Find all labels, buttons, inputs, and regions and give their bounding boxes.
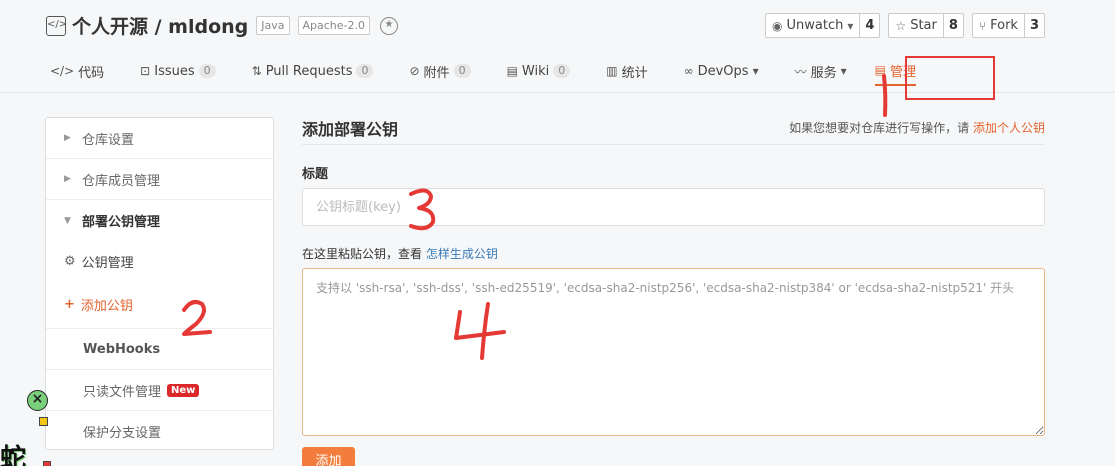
watch-count[interactable]: 4 (859, 14, 879, 37)
devops-icon: ∞ (683, 64, 694, 78)
watch-button[interactable]: ◉ Unwatch ▾ 4 (765, 13, 881, 38)
star-button[interactable]: ☆ Star 8 (888, 13, 964, 38)
caret-down-icon: ▾ (752, 64, 759, 78)
stats-icon: ▥ (606, 64, 618, 78)
paste-key-label: 在这里粘贴公钥，查看 怎样生成公钥 (302, 245, 1045, 262)
annotation-2 (182, 300, 212, 336)
how-to-generate-key-link[interactable]: 怎样生成公钥 (426, 247, 498, 261)
tab-code[interactable]: </> 代码 (50, 56, 104, 86)
tab-label: Issues (154, 63, 195, 79)
tab-label: Pull Requests (265, 63, 353, 79)
caret-right-icon: ▶ (64, 174, 71, 184)
tab-label: 服务 (810, 65, 837, 81)
tab-count: 0 (553, 64, 571, 78)
annotation-4 (454, 302, 506, 360)
fork-label: Fork (990, 18, 1018, 33)
repo-title-bar: </> 个人开源 / mldong Java Apache-2.0 ★ (46, 12, 399, 39)
sidebar-item-repo-settings[interactable]: ▶ 仓库设置 (46, 118, 273, 159)
sidebar-item-members[interactable]: ▶ 仓库成员管理 (46, 159, 273, 200)
sidebar-item-label: WebHooks (83, 341, 161, 357)
attachment-icon: ⊘ (409, 64, 420, 78)
issues-icon: ⊡ (140, 64, 151, 78)
service-icon: 〰 (794, 64, 807, 79)
eye-icon: ◉ (772, 18, 783, 33)
watch-label: Unwatch (786, 18, 844, 33)
tab-stats[interactable]: ▥ 统计 (606, 56, 647, 86)
sidebar-item-label: 添加公钥 (80, 299, 133, 314)
sidebar-item-label: 保护分支设置 (83, 426, 162, 441)
repo-tabs: </> 代码 ⊡ Issues 0 ⇅ Pull Requests 0 ⊘ 附件 0 ▤ Wik… (50, 56, 952, 92)
add-key-submit-button[interactable]: 添加 (302, 447, 355, 466)
key-content-textarea[interactable] (302, 268, 1045, 436)
pull-request-icon: ⇅ (251, 64, 262, 78)
tab-label: DevOps (697, 63, 749, 79)
sidebar-item-add-key[interactable]: + 添加公钥 (46, 281, 273, 329)
caret-down-icon: ▾ (847, 18, 854, 33)
sidebar-item-label: 公钥管理 (81, 255, 134, 271)
tab-count: 0 (356, 64, 374, 78)
add-deploy-key-form: 添加部署公钥 如果您想要对仓库进行写操作，请 添加个人公钥 标题 在这里粘贴公钥… (302, 115, 1045, 440)
gear-icon: ⚙ (64, 253, 76, 269)
highlight-manage-tab (905, 56, 995, 100)
new-badge: New (167, 383, 200, 397)
language-tag[interactable]: Java (256, 16, 290, 35)
wiki-icon: ▤ (506, 64, 518, 78)
sidebar-item-label: 仓库成员管理 (82, 173, 161, 189)
tab-services[interactable]: 〰服务 ▾ (795, 56, 847, 86)
paste-text: 在这里粘贴公钥，查看 (302, 247, 423, 261)
fork-count[interactable]: 3 (1023, 14, 1044, 37)
sidebar-item-branch-protect[interactable]: 保护分支设置 (46, 411, 273, 452)
code-icon: </> (50, 64, 75, 78)
sidebar-item-label: 仓库设置 (82, 132, 135, 148)
recommended-badge-icon: ★ (380, 16, 399, 35)
floating-mascot-text: 蛇 (0, 444, 27, 466)
sidebar-item-readonly-files[interactable]: 只读文件管理 New (46, 370, 273, 411)
hint-text: 如果您想要对仓库进行写操作，请 (789, 121, 970, 135)
annotation-1 (882, 74, 888, 117)
tab-label: Wiki (521, 63, 550, 79)
tab-count: 0 (198, 64, 216, 78)
caret-down-icon: ▼ (64, 215, 71, 226)
settings-sidebar: ▶ 仓库设置 ▶ 仓库成员管理 ▼ 部署公钥管理 ⚙ 公钥管理 + 添加公钥 WebHoo… (45, 117, 274, 450)
repo-actions: ◉ Unwatch ▾ 4 ☆ Star 8 ⑂ Fork 3 (765, 13, 1045, 38)
sidebar-item-deploy-keys[interactable]: ▼ 部署公钥管理 (46, 200, 273, 241)
sidebar-item-label: 部署公钥管理 (82, 215, 161, 230)
repo-code-icon: </> (46, 15, 67, 36)
red-dot-icon (43, 461, 51, 466)
plus-icon: + (64, 297, 75, 312)
tab-devops[interactable]: ∞ DevOps ▾ (684, 56, 759, 86)
caret-down-icon: ▾ (840, 64, 847, 78)
sidebar-item-webhooks[interactable]: WebHooks (46, 329, 273, 370)
tab-pull-requests[interactable]: ⇅ Pull Requests 0 (252, 56, 374, 86)
repo-name[interactable]: 个人开源 / mldong (72, 12, 248, 39)
star-count[interactable]: 8 (942, 14, 963, 37)
star-icon: ☆ (895, 18, 907, 33)
tab-attachments[interactable]: ⊘ 附件 0 (409, 56, 471, 86)
fork-icon: ⑂ (978, 18, 987, 33)
star-label: Star (910, 18, 937, 33)
tab-issues[interactable]: ⊡ Issues 0 (140, 56, 216, 86)
tab-count: 0 (453, 64, 471, 78)
tab-wiki[interactable]: ▤ Wiki 0 (507, 56, 571, 86)
form-header: 添加部署公钥 如果您想要对仓库进行写操作，请 添加个人公钥 (302, 115, 1045, 145)
tab-label: 统计 (621, 65, 648, 81)
fork-button[interactable]: ⑂ Fork 3 (971, 13, 1045, 38)
close-circle-icon[interactable]: × (27, 390, 48, 411)
yellow-dot-icon (39, 417, 48, 426)
annotation-3 (409, 188, 436, 231)
caret-right-icon: ▶ (64, 133, 71, 143)
tab-label: 附件 (423, 65, 450, 81)
sidebar-item-label: 只读文件管理 (83, 384, 162, 400)
page-title: 添加部署公钥 (302, 119, 399, 139)
sidebar-item-key-manage[interactable]: ⚙ 公钥管理 (46, 241, 273, 281)
license-tag[interactable]: Apache-2.0 (297, 16, 371, 35)
add-personal-key-link[interactable]: 添加个人公钥 (973, 121, 1045, 135)
personal-key-hint: 如果您想要对仓库进行写操作，请 添加个人公钥 (789, 119, 1045, 136)
tab-label: 代码 (78, 65, 105, 81)
title-label: 标题 (302, 167, 329, 182)
